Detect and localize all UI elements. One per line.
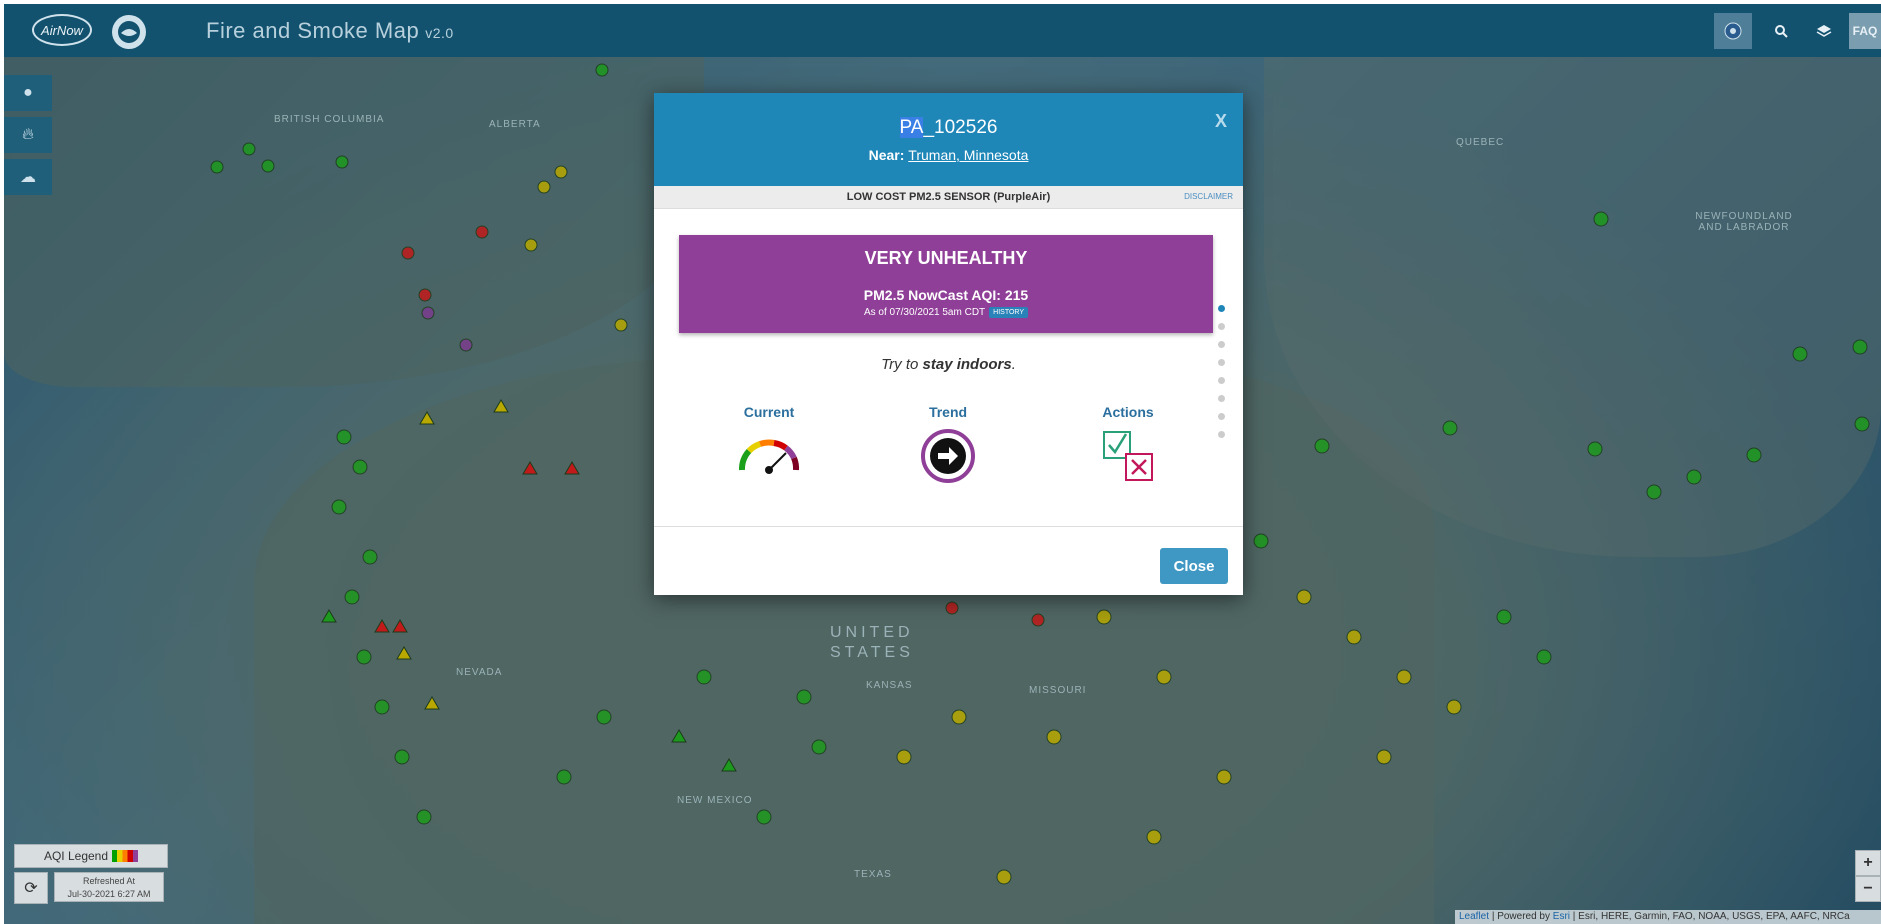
refreshed-at: Refreshed At Jul-30-2021 6:27 AM bbox=[54, 872, 164, 902]
search-icon bbox=[1775, 25, 1788, 38]
nav-trend-label: Trend bbox=[928, 404, 968, 420]
aqi-legend-label: AQI Legend bbox=[43, 849, 109, 863]
advice-suffix: . bbox=[1011, 356, 1016, 373]
leaflet-link[interactable]: Leaflet bbox=[1459, 911, 1489, 922]
map-tool-panel: ● 🔥︎ ☁ bbox=[4, 75, 52, 201]
cloud-icon: ☁ bbox=[20, 169, 36, 186]
history-button[interactable]: HISTORY bbox=[989, 307, 1029, 318]
refreshed-time: Jul-30-2021 6:27 AM bbox=[67, 889, 151, 899]
aqi-as-of: As of 07/30/2021 5am CDT bbox=[863, 307, 986, 319]
smoke-toggle-button[interactable]: ☁ bbox=[4, 159, 52, 195]
aqi-category: VERY UNHEALTHY bbox=[864, 248, 1028, 268]
page-dot[interactable] bbox=[1218, 305, 1225, 312]
app-title: Fire and Smoke Map v2.0 bbox=[206, 18, 454, 44]
sensor-type-bar: LOW COST PM2.5 SENSOR (PurpleAir) DISCLAI… bbox=[654, 186, 1243, 209]
page-dot[interactable] bbox=[1218, 323, 1225, 330]
site-id: PA_102526 bbox=[654, 117, 1243, 139]
refresh-button[interactable]: ⟳ bbox=[14, 872, 48, 904]
nav-actions-label: Actions bbox=[1102, 404, 1154, 420]
monitors-toggle-button[interactable]: ● bbox=[4, 75, 52, 111]
page-dot[interactable] bbox=[1218, 431, 1225, 438]
health-advice: Try to stay indoors. bbox=[654, 356, 1243, 373]
close-icon[interactable]: X bbox=[1215, 111, 1227, 132]
app-title-text: Fire and Smoke Map bbox=[206, 18, 420, 43]
near-location: Near: Truman, Minnesota bbox=[654, 147, 1243, 163]
sensor-type: LOW COST PM2.5 SENSOR (PurpleAir) bbox=[846, 191, 1051, 203]
map-attribution: Leaflet | Powered by Esri | Esri, HERE, … bbox=[1455, 910, 1881, 924]
page-dot[interactable] bbox=[1218, 341, 1225, 348]
layers-icon bbox=[1816, 25, 1832, 37]
page-dot[interactable] bbox=[1218, 395, 1225, 402]
refresh-icon: ⟳ bbox=[24, 880, 38, 897]
nav-trend[interactable]: Trend bbox=[888, 404, 1008, 484]
dot-icon: ● bbox=[23, 84, 33, 101]
aqi-status-panel: VERY UNHEALTHY PM2.5 NowCast AQI: 215 As… bbox=[679, 235, 1213, 333]
refreshed-label: Refreshed At bbox=[82, 876, 136, 886]
faq-button[interactable]: FAQ bbox=[1849, 13, 1881, 49]
partner-logo-icon[interactable] bbox=[112, 15, 146, 49]
attribution-sources: | Esri, HERE, Garmin, FAO, NOAA, USGS, E… bbox=[1572, 911, 1850, 922]
checklist-icon bbox=[1103, 431, 1153, 481]
aqi-color-swatch-icon bbox=[112, 850, 139, 862]
trend-arrow-icon bbox=[921, 429, 975, 483]
site-id-suffix: _102526 bbox=[923, 117, 998, 138]
gauge-icon bbox=[739, 439, 800, 474]
zoom-out-button[interactable]: − bbox=[1855, 876, 1881, 902]
app-header: AirNow Fire and Smoke Map v2.0 FAQ bbox=[4, 4, 1881, 57]
nav-actions[interactable]: Actions bbox=[1068, 404, 1188, 484]
airnow-logo[interactable]: AirNow bbox=[32, 14, 92, 46]
locate-icon bbox=[1724, 22, 1742, 40]
near-label: Near: bbox=[868, 147, 905, 163]
app-version: v2.0 bbox=[425, 25, 454, 41]
advice-bold: stay indoors bbox=[922, 356, 1012, 373]
page-dot[interactable] bbox=[1218, 413, 1225, 420]
esri-link[interactable]: Esri bbox=[1553, 911, 1570, 922]
locate-me-button[interactable] bbox=[1714, 13, 1752, 49]
site-popup: PA_102526 Near: Truman, Minnesota X LOW … bbox=[654, 93, 1243, 595]
close-button[interactable]: Close bbox=[1160, 548, 1228, 584]
page-indicator bbox=[1218, 305, 1228, 449]
aqi-timestamp: As of 07/30/2021 5am CDT HISTORY bbox=[679, 307, 1213, 318]
page-dot[interactable] bbox=[1218, 377, 1225, 384]
aqi-legend-button[interactable]: AQI Legend bbox=[14, 844, 168, 868]
advice-prefix: Try to bbox=[881, 356, 919, 373]
search-button[interactable] bbox=[1766, 13, 1796, 49]
fires-toggle-button[interactable]: 🔥︎ bbox=[4, 117, 52, 153]
disclaimer-link[interactable]: DISCLAIMER bbox=[1184, 186, 1233, 208]
popup-header: PA_102526 Near: Truman, Minnesota X bbox=[654, 93, 1243, 186]
attribution-text: | Powered by bbox=[1491, 911, 1550, 922]
near-place-link[interactable]: Truman, Minnesota bbox=[908, 147, 1028, 163]
popup-footer-divider bbox=[654, 526, 1243, 527]
nav-current-label: Current bbox=[743, 404, 795, 420]
site-id-prefix: PA bbox=[899, 117, 924, 138]
aqi-value: PM2.5 NowCast AQI: 215 bbox=[863, 287, 1029, 303]
fire-icon: 🔥︎ bbox=[22, 126, 34, 143]
layers-button[interactable] bbox=[1809, 13, 1839, 49]
zoom-in-button[interactable]: + bbox=[1855, 850, 1881, 876]
nav-current[interactable]: Current bbox=[709, 404, 829, 476]
